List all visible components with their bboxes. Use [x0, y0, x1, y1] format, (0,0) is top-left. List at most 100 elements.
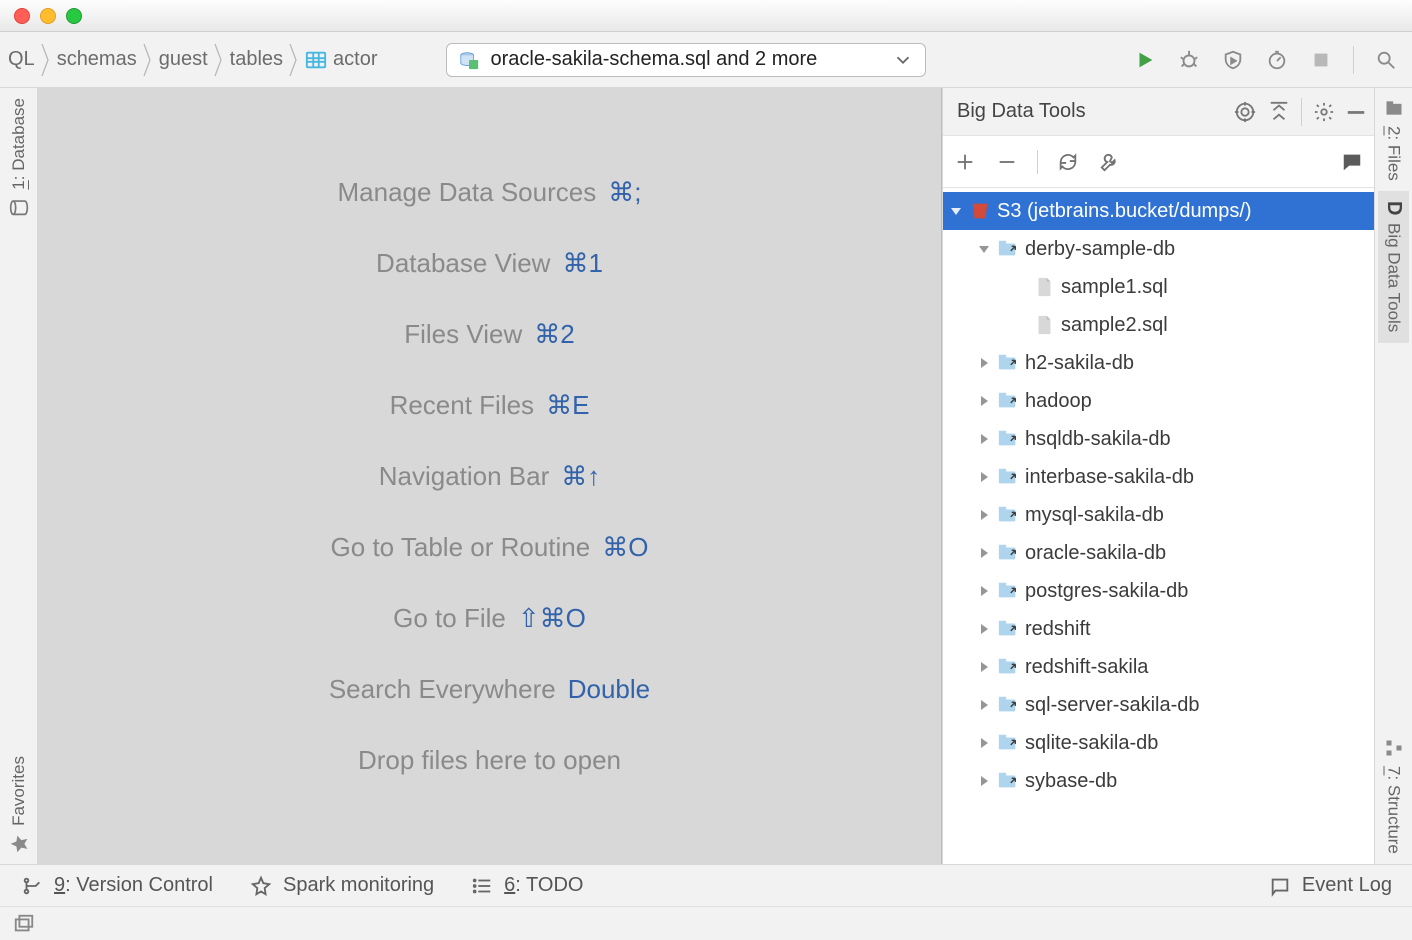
tree-node-folder[interactable]: derby-sample-db [943, 230, 1374, 268]
tool-window-big-data-tools[interactable]: D Big Data Tools [1378, 191, 1409, 343]
chevron-right-icon [141, 40, 155, 80]
triangle-right-icon [977, 661, 991, 673]
collapse-all-icon[interactable] [1267, 100, 1291, 124]
tree-node-s3-root[interactable]: S3 (jetbrains.bucket/dumps/) [943, 192, 1374, 230]
tree-node-folder[interactable]: interbase-sakila-db [943, 458, 1374, 496]
tree-node-label: sample2.sql [1061, 314, 1168, 337]
window-close-button[interactable] [14, 8, 30, 24]
tree-node-file[interactable]: sample1.sql [943, 268, 1374, 306]
debug-icon[interactable] [1177, 48, 1201, 72]
tree-node-label: mysql-sakila-db [1025, 504, 1164, 527]
welcome-drop-hint: Drop files here to open [358, 745, 621, 776]
sql-file-icon [457, 48, 481, 72]
main-toolbar: QL schemas guest tables actor oracle-sak… [0, 32, 1412, 88]
breadcrumb: QL schemas guest tables actor [0, 32, 382, 87]
welcome-hint[interactable]: Go to File ⇧⌘O [393, 603, 586, 634]
triangle-down-icon [949, 205, 963, 217]
tree-node-label: sybase-db [1025, 770, 1117, 793]
welcome-hint[interactable]: Navigation Bar ⌘↑ [379, 461, 601, 492]
tree-node-folder[interactable]: sql-server-sakila-db [943, 686, 1374, 724]
run-configuration-dropdown[interactable]: oracle-sakila-schema.sql and 2 more [446, 43, 926, 77]
stop-icon[interactable] [1309, 48, 1333, 72]
structure-icon [1384, 738, 1404, 758]
folder-shortcut-icon [997, 656, 1019, 678]
tree-node-label: sql-server-sakila-db [1025, 694, 1200, 717]
tree-node-file[interactable]: sample2.sql [943, 306, 1374, 344]
welcome-hint[interactable]: Files View ⌘2 [404, 319, 574, 350]
panel-header: Big Data Tools [943, 88, 1374, 136]
breadcrumb-item[interactable]: schemas [53, 32, 141, 87]
window-maximize-button[interactable] [66, 8, 82, 24]
search-icon[interactable] [1374, 48, 1398, 72]
folder-icon [1384, 98, 1404, 118]
gear-icon[interactable] [1312, 100, 1336, 124]
window-minimize-button[interactable] [40, 8, 56, 24]
tool-window-files[interactable]: 2: Files [1380, 88, 1408, 191]
star-icon [9, 834, 29, 854]
toolbar-actions [1133, 46, 1406, 74]
folder-shortcut-icon [997, 390, 1019, 412]
tree-node-label: redshift-sakila [1025, 656, 1148, 679]
add-icon[interactable] [953, 150, 977, 174]
breadcrumb-item[interactable]: guest [155, 32, 212, 87]
tree-node-folder[interactable]: oracle-sakila-db [943, 534, 1374, 572]
run-icon[interactable] [1133, 48, 1157, 72]
divider [1301, 98, 1302, 126]
folder-shortcut-icon [997, 618, 1019, 640]
triangle-right-icon [977, 357, 991, 369]
tree-node-folder[interactable]: redshift [943, 610, 1374, 648]
s3-bucket-icon [969, 200, 991, 222]
triangle-right-icon [977, 775, 991, 787]
tool-window-favorites[interactable]: Favorites [5, 746, 33, 864]
tree-node-label: S3 (jetbrains.bucket/dumps/) [997, 200, 1252, 223]
wrench-icon[interactable] [1098, 150, 1122, 174]
tree-node-label: h2-sakila-db [1025, 352, 1134, 375]
status-spark-monitoring[interactable]: Spark monitoring [249, 874, 434, 898]
welcome-hint[interactable]: Search Everywhere Double [329, 674, 650, 705]
tree-node-folder[interactable]: hsqldb-sakila-db [943, 420, 1374, 458]
tree-node-folder[interactable]: hadoop [943, 382, 1374, 420]
folder-shortcut-icon [997, 732, 1019, 754]
tree-node-folder[interactable]: sqlite-sakila-db [943, 724, 1374, 762]
breadcrumb-item[interactable]: QL [4, 32, 39, 87]
tree-node-folder[interactable]: h2-sakila-db [943, 344, 1374, 382]
remove-icon[interactable] [995, 150, 1019, 174]
run-with-coverage-icon[interactable] [1221, 48, 1245, 72]
welcome-hint[interactable]: Database View ⌘1 [376, 248, 603, 279]
file-icon [1033, 276, 1055, 298]
tree-node-folder[interactable]: postgres-sakila-db [943, 572, 1374, 610]
triangle-right-icon [977, 737, 991, 749]
tool-window-structure[interactable]: 7: Structure [1380, 728, 1408, 864]
breadcrumb-item[interactable]: tables [226, 32, 287, 87]
tree-node-folder[interactable]: redshift-sakila [943, 648, 1374, 686]
locate-icon[interactable] [1233, 100, 1257, 124]
triangle-right-icon [977, 433, 991, 445]
chevron-right-icon [287, 40, 301, 80]
left-gutter: 1: Database Favorites [0, 88, 38, 864]
folder-shortcut-icon [997, 504, 1019, 526]
feedback-icon[interactable] [1340, 150, 1364, 174]
breadcrumb-label: actor [333, 48, 377, 71]
triangle-right-icon [977, 395, 991, 407]
profiler-icon[interactable] [1265, 48, 1289, 72]
connection-tree[interactable]: S3 (jetbrains.bucket/dumps/) derby-sampl… [943, 188, 1374, 864]
status-todo[interactable]: 6: TODO [470, 874, 583, 898]
tree-node-label: sample1.sql [1061, 276, 1168, 299]
windows-icon[interactable] [12, 912, 36, 936]
welcome-hint[interactable]: Recent Files ⌘E [390, 390, 590, 421]
file-icon [1033, 314, 1055, 336]
tree-node-folder[interactable]: mysql-sakila-db [943, 496, 1374, 534]
status-version-control[interactable]: 9: Version Control [20, 874, 213, 898]
welcome-hint[interactable]: Manage Data Sources ⌘; [338, 177, 642, 208]
welcome-hint[interactable]: Go to Table or Routine ⌘O [331, 532, 649, 563]
tree-node-label: postgres-sakila-db [1025, 580, 1188, 603]
tool-window-database[interactable]: 1: Database [5, 88, 33, 228]
breadcrumb-item[interactable]: actor [301, 32, 381, 87]
refresh-icon[interactable] [1056, 150, 1080, 174]
table-icon [305, 49, 327, 71]
hide-icon[interactable] [1344, 100, 1368, 124]
tree-node-label: redshift [1025, 618, 1091, 641]
main-area: 1: Database Favorites Manage Data Source… [0, 88, 1412, 864]
status-event-log[interactable]: Event Log [1268, 874, 1392, 898]
tree-node-folder[interactable]: sybase-db [943, 762, 1374, 800]
